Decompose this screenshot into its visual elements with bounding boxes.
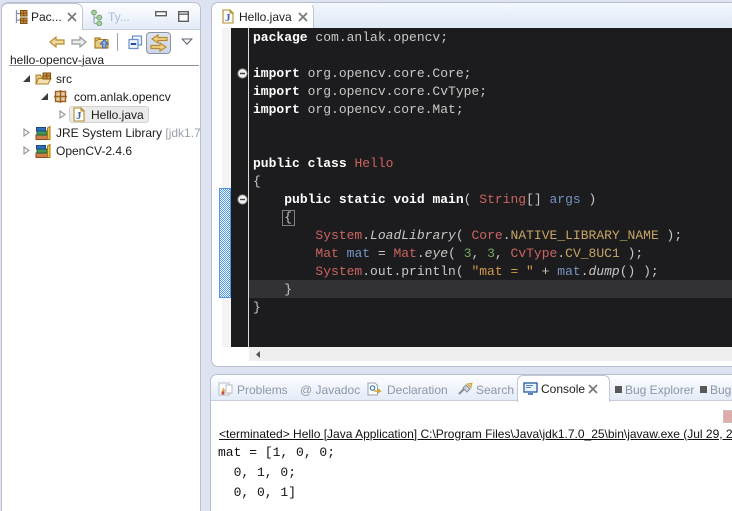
svg-text:J: J: [76, 110, 82, 122]
svg-text:J: J: [225, 12, 231, 24]
